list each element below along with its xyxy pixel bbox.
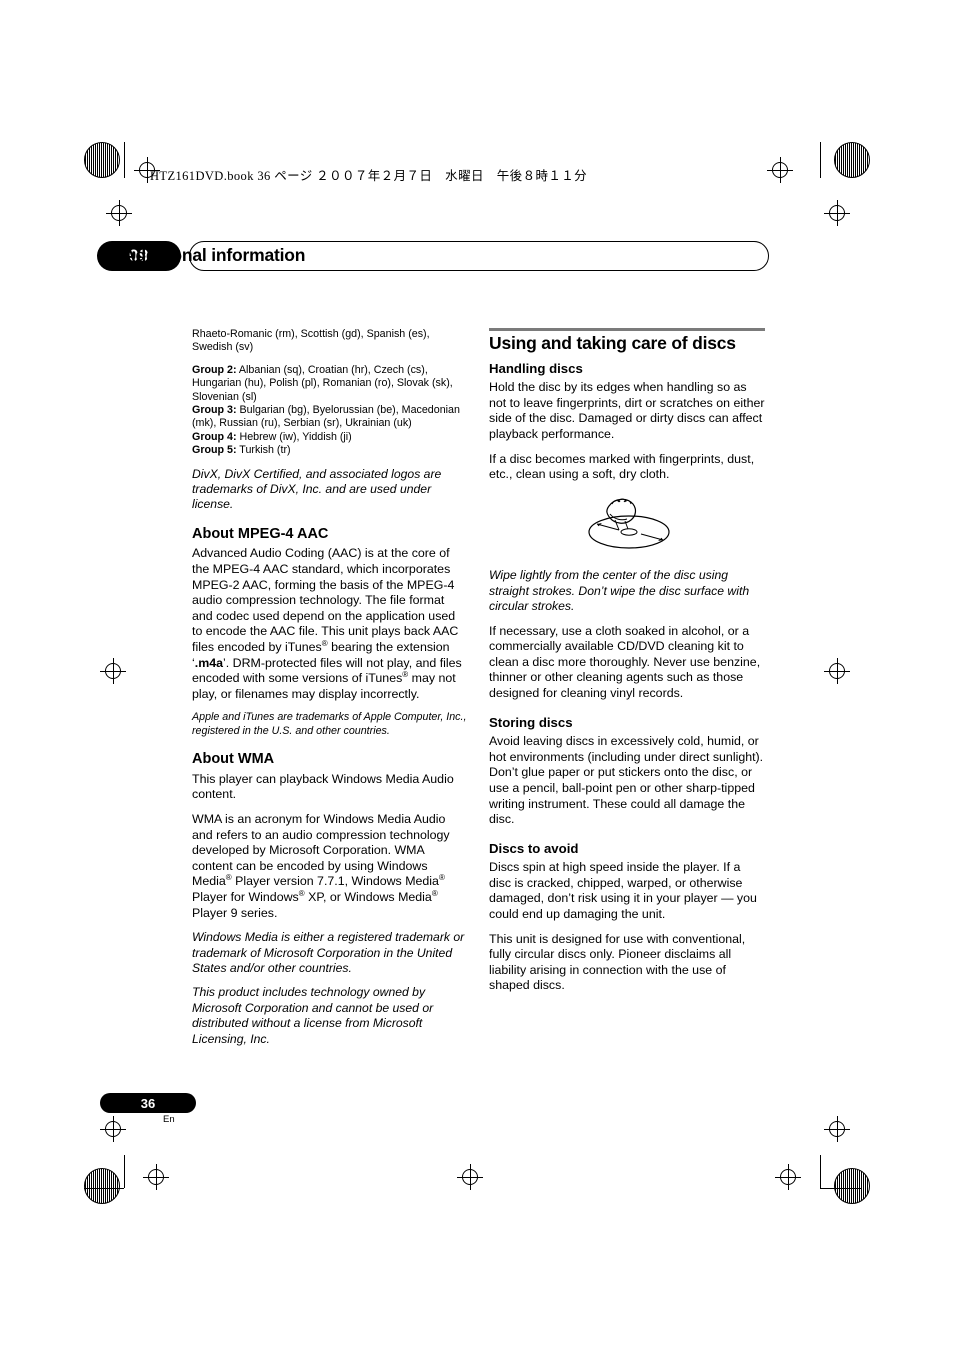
registered-mark-icon: ® xyxy=(438,873,445,883)
group-4-text: Hebrew (iw), Yiddish (ji) xyxy=(236,430,352,443)
left-column: Rhaeto-Romanic (rm), Scottish (gd), Span… xyxy=(192,328,468,1056)
corner-bracket-bottom-right-h xyxy=(820,1188,862,1189)
page-language-code: En xyxy=(163,1114,175,1125)
registration-mark-bottom-right xyxy=(834,1168,870,1204)
book-file-info: HTZ161DVD.book 36 ページ ２００７年２月７日 水曜日 午後８時… xyxy=(150,169,588,183)
heading-about-wma: About WMA xyxy=(192,751,275,768)
microsoft-licensing-note: This product includes technology owned b… xyxy=(192,985,434,1046)
wma-paragraph-1: This player can playback Windows Media A… xyxy=(192,771,454,802)
heading-about-mpeg4-aac: About MPEG-4 AAC xyxy=(192,525,329,542)
heading-using-and-taking-care-of-discs: Using and taking care of discs xyxy=(489,328,765,352)
page-number-badge: 36 xyxy=(100,1093,196,1113)
handling-paragraph-3: If necessary, use a cloth soaked in alco… xyxy=(489,623,761,700)
wma-text-d: XP, or Windows Media xyxy=(304,889,432,904)
language-list-intro: Rhaeto-Romanic (rm), Scottish (gd), Span… xyxy=(192,328,430,354)
figure-caption: Wipe lightly from the center of the disc… xyxy=(489,568,750,614)
wma-paragraph-2: WMA is an acronym for Windows Media Audi… xyxy=(192,812,468,921)
corner-bracket-top-right-v xyxy=(820,142,821,178)
handling-paragraph-1: Hold the disc by its edges when handling… xyxy=(489,380,765,441)
language-group-4: Group 4: Hebrew (iw), Yiddish (ji) xyxy=(192,431,468,444)
avoid-paragraph-1: Discs spin at high speed inside the play… xyxy=(489,860,757,922)
avoid-paragraph-2: This unit is designed for use with conve… xyxy=(489,931,746,993)
heading-handling-discs: Handling discs xyxy=(489,360,583,376)
divx-trademark-note: DivX, DivX Certified, and associated log… xyxy=(192,466,442,512)
hand-wiping-disc-icon xyxy=(588,498,670,549)
windows-media-trademark-note: Windows Media is either a registered tra… xyxy=(192,930,465,975)
apple-itunes-trademark-note: Apple and iTunes are trademarks of Apple… xyxy=(192,711,467,737)
registered-mark-icon: ® xyxy=(431,888,438,898)
group-3-label: Group 3: xyxy=(192,404,237,417)
registration-mark-bottom-left xyxy=(84,1168,120,1204)
registration-mark-top-right xyxy=(834,142,870,178)
handling-paragraph-2: If a disc becomes marked with fingerprin… xyxy=(489,451,755,482)
wma-text-c: Player for Windows xyxy=(192,889,299,904)
corner-bracket-bottom-right-v xyxy=(820,1155,821,1188)
wma-text-b: Player version 7.7.1, Windows Media xyxy=(231,874,439,889)
language-group-list: Group 2: Albanian (sq), Croatian (hr), C… xyxy=(192,364,468,458)
group-5-text: Turkish (tr) xyxy=(236,444,291,457)
right-column: Using and taking care of discs Handling … xyxy=(489,328,765,1003)
storing-paragraph-1: Avoid leaving discs in excessively cold,… xyxy=(489,734,764,827)
aac-extension: .m4a xyxy=(194,655,224,670)
language-group-2: Group 2: Albanian (sq), Croatian (hr), C… xyxy=(192,364,468,404)
heading-discs-to-avoid: Discs to avoid xyxy=(489,840,579,856)
corner-bracket-bottom-left-v xyxy=(124,1155,125,1188)
aac-paragraph: Advanced Audio Coding (AAC) is at the co… xyxy=(192,546,468,702)
aac-text-a: Advanced Audio Coding (AAC) is at the co… xyxy=(192,546,459,655)
language-group-3: Group 3: Bulgarian (bg), Byelorussian (b… xyxy=(192,404,468,431)
page-title: Additional information xyxy=(123,245,306,265)
registration-mark-top-left xyxy=(84,142,120,178)
heading-storing-discs: Storing discs xyxy=(489,714,573,730)
group-5-label: Group 5: xyxy=(192,444,237,457)
corner-bracket-top-left-v xyxy=(124,142,125,178)
language-group-5: Group 5: Turkish (tr) xyxy=(192,444,468,457)
wma-text-e: Player 9 series. xyxy=(192,905,278,920)
corner-bracket-bottom-left-h xyxy=(84,1188,124,1189)
group-2-label: Group 2: xyxy=(192,363,237,376)
disc-cleaning-illustration xyxy=(489,492,765,559)
group-4-label: Group 4: xyxy=(192,430,237,443)
